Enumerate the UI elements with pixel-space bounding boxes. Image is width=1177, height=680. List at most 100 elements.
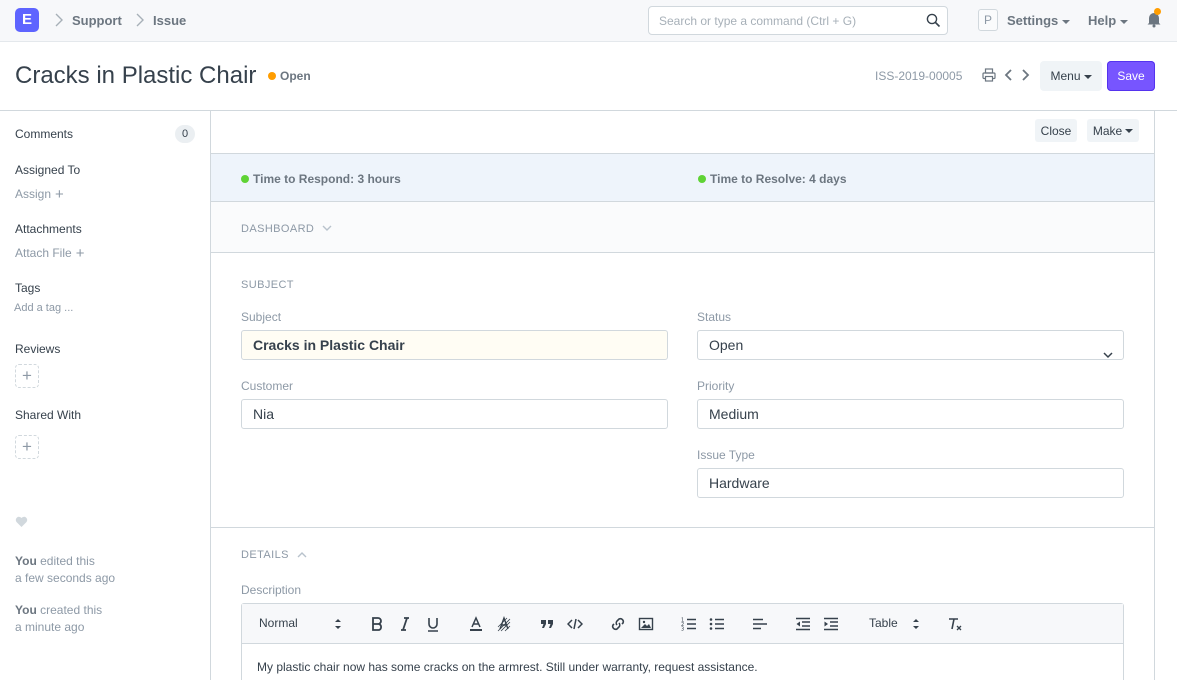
help-dropdown[interactable]: Help <box>1088 13 1129 28</box>
chevron-down-icon <box>322 225 332 231</box>
status-select[interactable]: Open <box>697 330 1124 360</box>
help-label: Help <box>1088 13 1117 28</box>
editor-content[interactable]: My plastic chair now has some cracks on … <box>257 660 758 674</box>
sort-arrows-icon <box>335 619 341 629</box>
table-select[interactable]: Table <box>869 616 924 630</box>
issue-type-field[interactable]: Hardware <box>697 468 1124 498</box>
status-select-value: Open <box>709 337 744 353</box>
description-editor[interactable]: Normal 123 Table My plastic chair now ha <box>241 603 1124 680</box>
indent-icon[interactable] <box>823 616 839 632</box>
reviews-label: Reviews <box>15 342 61 356</box>
customer-label: Customer <box>241 379 294 393</box>
activity-time: a few seconds ago <box>15 571 116 585</box>
outdent-icon[interactable] <box>795 616 811 632</box>
comments-count: 0 <box>175 125 195 143</box>
attachments-label: Attachments <box>15 222 82 236</box>
customer-field[interactable]: Nia <box>241 399 668 429</box>
avatar[interactable]: P <box>978 9 998 31</box>
assign-label: Assign <box>15 187 52 201</box>
add-share-button[interactable]: + <box>15 435 39 459</box>
activity-user: You <box>15 554 37 568</box>
breadcrumb-support[interactable]: Support <box>72 13 122 28</box>
details-section-toggle[interactable]: DETAILS <box>241 549 307 561</box>
add-tag-link[interactable]: Add a tag ... <box>14 302 73 314</box>
description-label: Description <box>241 583 302 597</box>
app-logo[interactable]: E <box>15 8 39 32</box>
ordered-list-icon[interactable]: 123 <box>681 616 697 633</box>
caret-down-icon <box>1125 129 1134 134</box>
add-review-button[interactable]: + <box>15 364 39 388</box>
print-icon[interactable] <box>982 68 996 82</box>
blockquote-icon[interactable] <box>539 616 555 632</box>
link-icon[interactable] <box>610 616 626 632</box>
sla-resolve-text: Time to Resolve: 4 days <box>710 172 847 186</box>
subject-field[interactable]: Cracks in Plastic Chair <box>241 330 668 360</box>
settings-dropdown[interactable]: Settings <box>1007 13 1071 28</box>
tags-label: Tags <box>15 281 41 295</box>
status-indicator <box>268 72 276 80</box>
previous-icon[interactable] <box>1002 68 1016 82</box>
sidebar: Comments 0 Assigned To Assign + Attachmen… <box>0 111 211 680</box>
format-select-value: Normal <box>259 616 298 630</box>
sla-respond-indicator <box>241 175 249 183</box>
priority-label: Priority <box>697 379 735 393</box>
comments-label[interactable]: Comments <box>15 127 73 141</box>
background-color-icon[interactable] <box>496 615 512 632</box>
underline-icon[interactable] <box>425 616 441 632</box>
subject-heading: SUBJECT <box>241 279 294 291</box>
page-title: Cracks in Plastic Chair <box>15 62 257 89</box>
bullet-list-icon[interactable] <box>709 616 725 632</box>
text-color-icon[interactable] <box>468 616 484 632</box>
activity-user: You <box>15 603 37 617</box>
assigned-to-label: Assigned To <box>15 163 81 177</box>
chevron-down-icon <box>1103 340 1113 368</box>
image-icon[interactable] <box>638 616 654 632</box>
dashboard-section-toggle[interactable]: DASHBOARD <box>241 223 332 235</box>
sort-arrows-icon <box>913 619 919 629</box>
make-button[interactable]: Make <box>1087 119 1139 142</box>
chevron-right-icon <box>135 12 145 28</box>
sla-respond-text: Time to Respond: 3 hours <box>253 172 401 186</box>
caret-down-icon <box>1083 74 1092 79</box>
bold-icon[interactable] <box>369 616 385 632</box>
dashboard-section: DASHBOARD <box>211 202 1154 253</box>
heart-icon[interactable] <box>15 516 28 528</box>
editor-toolbar: Normal 123 Table <box>242 604 1123 644</box>
activity-action: edited this <box>40 554 95 568</box>
caret-down-icon <box>1120 19 1129 24</box>
svg-text:3: 3 <box>681 627 684 633</box>
form-toolbar: Close Make <box>211 111 1154 153</box>
form-main: Close Make Time to Respond: 3 hours Time… <box>211 111 1155 680</box>
caret-down-icon <box>1062 19 1071 24</box>
activity-item: You edited this <box>15 554 95 568</box>
menu-button[interactable]: Menu <box>1040 61 1102 91</box>
next-icon[interactable] <box>1018 68 1032 82</box>
table-select-value: Table <box>869 616 898 630</box>
plus-icon: + <box>75 245 85 262</box>
search-input[interactable] <box>649 7 919 34</box>
close-button[interactable]: Close <box>1035 119 1077 142</box>
breadcrumb-issue[interactable]: Issue <box>153 13 186 28</box>
attach-file-link[interactable]: Attach File + <box>15 245 84 262</box>
notification-indicator <box>1154 8 1161 15</box>
assign-link[interactable]: Assign + <box>15 186 64 203</box>
activity-action: created this <box>40 603 103 617</box>
attach-file-label: Attach File <box>15 246 72 260</box>
search-icon[interactable] <box>926 13 941 31</box>
dashboard-heading: DASHBOARD <box>241 223 315 235</box>
status-badge: Open <box>280 69 311 83</box>
page-head: Cracks in Plastic Chair Open ISS-2019-00… <box>0 42 1177 111</box>
format-select[interactable]: Normal <box>259 616 343 630</box>
italic-icon[interactable] <box>397 616 413 632</box>
activity-item: You created this <box>15 603 102 617</box>
align-left-icon[interactable] <box>752 616 768 632</box>
shared-with-label: Shared With <box>15 408 82 422</box>
clear-formatting-icon[interactable] <box>947 616 963 632</box>
priority-field[interactable]: Medium <box>697 399 1124 429</box>
make-label: Make <box>1092 123 1123 138</box>
chevron-up-icon <box>297 552 307 558</box>
save-button[interactable]: Save <box>1107 61 1155 91</box>
subject-label: Subject <box>241 310 282 324</box>
sla-resolve-indicator <box>698 175 706 183</box>
code-block-icon[interactable] <box>566 616 584 632</box>
